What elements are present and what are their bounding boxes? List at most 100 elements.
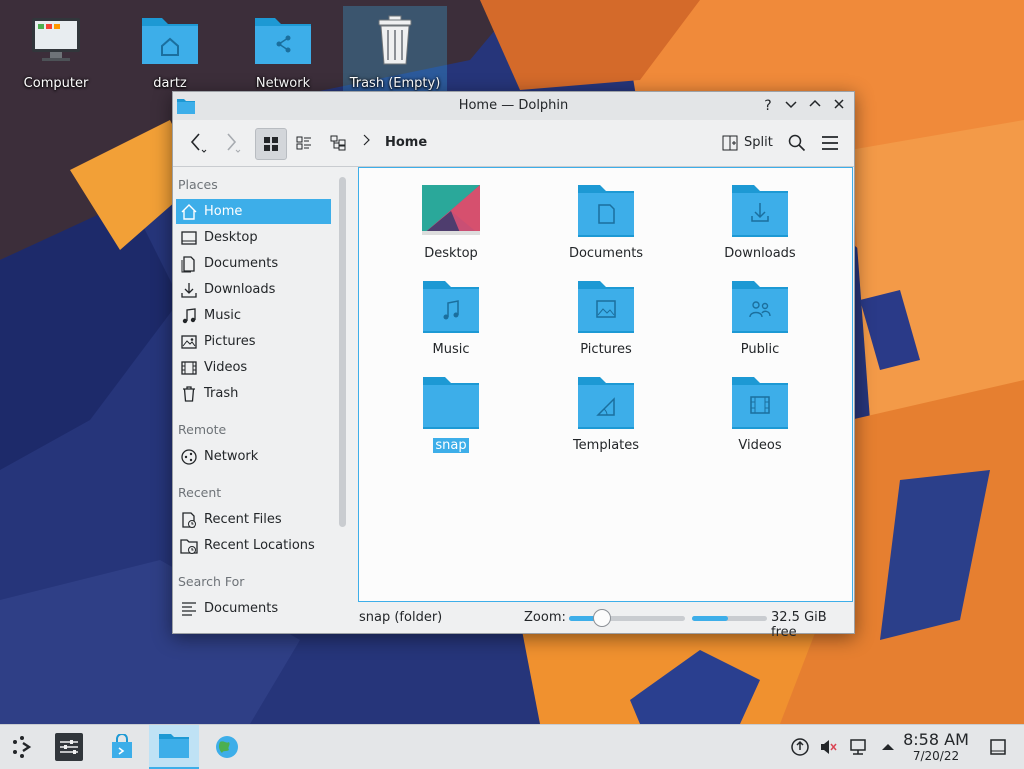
breadcrumb-home[interactable]: Home <box>385 135 427 150</box>
title-bar[interactable]: Home — Dolphin ? <box>173 92 854 120</box>
search-button[interactable] <box>784 128 810 158</box>
file-item-public[interactable]: Public <box>695 279 825 369</box>
file-item-templates[interactable]: Templates <box>541 375 671 465</box>
trash-icon <box>183 386 195 402</box>
file-item-videos[interactable]: Videos <box>695 375 825 465</box>
back-button[interactable] <box>183 128 211 158</box>
sidebar-item-recent-files[interactable]: Recent Files <box>176 507 331 532</box>
file-item-desktop[interactable]: Desktop <box>386 183 516 273</box>
file-item-snap[interactable]: snap <box>386 375 516 465</box>
free-space-label: 32.5 GiB free <box>771 610 827 640</box>
remote-section-header: Remote <box>178 422 227 437</box>
file-item-pictures[interactable]: Pictures <box>541 279 671 369</box>
split-label[interactable]: Split <box>744 135 773 150</box>
downloads-icon <box>181 283 197 298</box>
maximize-button[interactable] <box>805 96 825 116</box>
music-folder-icon <box>423 281 479 333</box>
desktop-folder-icon <box>422 185 480 235</box>
sidebar-item-label: Music <box>204 308 241 323</box>
settings-sliders-icon <box>55 733 83 761</box>
browser-taskbar-button[interactable] <box>204 725 250 769</box>
zoom-slider-handle[interactable] <box>593 609 612 627</box>
arrow-right-icon <box>227 133 241 153</box>
folder-icon <box>423 377 479 429</box>
application-launcher-button[interactable] <box>0 725 46 769</box>
shopping-bag-icon <box>112 734 132 758</box>
icons-view-button[interactable] <box>255 128 287 160</box>
trash-icon <box>378 15 412 65</box>
desktop-icon-computer[interactable]: Computer <box>3 6 109 94</box>
sidebar-item-documents[interactable]: Documents <box>176 251 331 276</box>
file-item-music[interactable]: Music <box>386 279 516 369</box>
videos-folder-icon <box>732 377 788 429</box>
file-view[interactable]: Desktop Documents Downloads Music Pictur… <box>358 167 853 602</box>
dolphin-taskbar-button[interactable] <box>149 725 199 769</box>
split-view-icon <box>722 135 738 151</box>
discover-taskbar-button[interactable] <box>99 725 145 769</box>
sidebar-item-desktop[interactable]: Desktop <box>176 225 331 250</box>
pictures-folder-icon <box>578 281 634 333</box>
sidebar-item-videos[interactable]: Videos <box>176 355 331 380</box>
sidebar-item-label: Downloads <box>204 282 276 297</box>
tree-view-icon <box>330 135 346 151</box>
clock-time[interactable]: 8:58 AM <box>900 730 972 749</box>
sidebar-item-network[interactable]: Network <box>176 444 331 469</box>
templates-folder-icon <box>578 377 634 429</box>
desktop-icon-label: dartz <box>153 76 187 91</box>
desktop-icon-trash[interactable]: Trash (Empty) <box>343 6 447 94</box>
downloads-folder-icon <box>732 185 788 237</box>
home-folder-icon <box>142 18 198 64</box>
sidebar-item-pictures[interactable]: Pictures <box>176 329 331 354</box>
disk-capacity-bar <box>692 616 767 621</box>
status-bar: snap (folder) Zoom: 32.5 GiB free <box>358 604 853 640</box>
sidebar-item-home[interactable]: Home <box>176 199 331 224</box>
file-item-label: Desktop <box>424 246 478 261</box>
tray-expand-icon[interactable] <box>878 737 898 757</box>
kde-launcher-icon <box>13 736 32 758</box>
forward-button[interactable] <box>217 128 245 158</box>
recent-files-icon <box>182 512 196 528</box>
globe-icon <box>216 736 238 758</box>
split-button[interactable] <box>718 128 742 158</box>
desktop-icon-label: Computer <box>23 76 89 91</box>
file-item-label: Music <box>432 342 470 357</box>
selection-status: snap (folder) <box>359 610 443 625</box>
computer-icon <box>32 18 80 61</box>
minimize-button[interactable] <box>781 96 801 116</box>
clock-date[interactable]: 7/20/22 <box>900 749 972 763</box>
sidebar-item-trash[interactable]: Trash <box>176 381 331 406</box>
compact-view-button[interactable] <box>289 128 319 158</box>
places-scrollbar[interactable] <box>339 177 346 527</box>
sidebar-item-search-documents[interactable]: Documents <box>176 596 331 621</box>
file-item-label: Documents <box>568 246 644 261</box>
menu-button[interactable] <box>817 128 843 158</box>
details-view-button[interactable] <box>323 128 353 158</box>
sidebar-item-recent-locations[interactable]: Recent Locations <box>176 533 331 558</box>
desktop-icon-network[interactable]: Network <box>230 6 336 94</box>
sidebar-item-label: Videos <box>204 360 248 375</box>
show-desktop-icon[interactable] <box>988 737 1008 757</box>
sidebar-item-music[interactable]: Music <box>176 303 331 328</box>
chevron-right-icon <box>363 134 370 146</box>
sidebar-item-label: Documents <box>204 601 279 616</box>
sidebar-item-label: Home <box>204 204 243 219</box>
file-item-label: Templates <box>572 438 640 453</box>
music-icon <box>182 308 196 324</box>
system-settings-taskbar-button[interactable] <box>46 725 92 769</box>
close-button[interactable] <box>829 96 849 116</box>
desktop-icon-home-folder[interactable]: dartz <box>117 6 223 94</box>
public-folder-icon <box>732 281 788 333</box>
sidebar-item-downloads[interactable]: Downloads <box>176 277 331 302</box>
help-button[interactable]: ? <box>758 96 778 116</box>
update-notifier-icon[interactable] <box>790 737 810 757</box>
network-wired-icon[interactable] <box>848 737 868 757</box>
desktop-icon <box>181 231 197 245</box>
sidebar-item-label: Desktop <box>204 230 258 245</box>
file-item-downloads[interactable]: Downloads <box>695 183 825 273</box>
file-item-label: Pictures <box>580 342 632 357</box>
file-item-documents[interactable]: Documents <box>541 183 671 273</box>
volume-muted-icon[interactable] <box>818 737 838 757</box>
search-icon <box>788 134 806 152</box>
search-documents-icon <box>182 602 196 616</box>
zoom-slider[interactable] <box>569 609 685 627</box>
